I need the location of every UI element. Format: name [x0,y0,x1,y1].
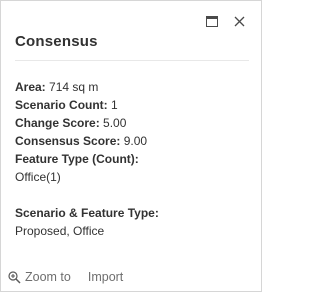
field-scenario-count: Scenario Count: 1 [15,96,251,114]
zoom-to-label: Zoom to [25,270,71,284]
field-value: 1 [111,98,118,112]
field-label: Consensus Score: [15,134,121,148]
popup-content: Area: 714 sq m Scenario Count: 1 Change … [15,78,251,240]
feature-type-value: Office(1) [15,170,61,184]
field-value: 5.00 [103,116,127,130]
popup-header-controls [194,12,248,30]
import-label: Import [87,270,124,284]
field-label: Area: [15,80,46,94]
zoom-in-icon [8,270,21,284]
scenario-feature-type-value: Proposed, Office [15,224,105,238]
popup-title: Consensus [15,33,98,50]
field-change-score: Change Score: 5.00 [15,114,251,132]
field-area: Area: 714 sq m [15,78,251,96]
field-label: Change Score: [15,116,100,130]
field-value: 9.00 [123,134,148,148]
dock-icon[interactable] [203,12,221,30]
popup-panel: Consensus Area: 714 sq m Scenario Count:… [0,0,262,292]
feature-type-label: Feature Type (Count): [15,152,139,166]
zoom-to-action[interactable]: Zoom to [8,270,71,284]
close-icon[interactable] [230,12,248,30]
field-consensus-score: Consensus Score: 9.00 [15,132,251,150]
title-divider [15,60,249,61]
field-value: 714 sq m [49,80,99,94]
scenario-feature-type-label: Scenario & Feature Type: [15,206,159,220]
import-action[interactable]: Import [88,270,123,284]
popup-actions: Zoom to Import [8,270,123,284]
field-label: Scenario Count: [15,98,108,112]
